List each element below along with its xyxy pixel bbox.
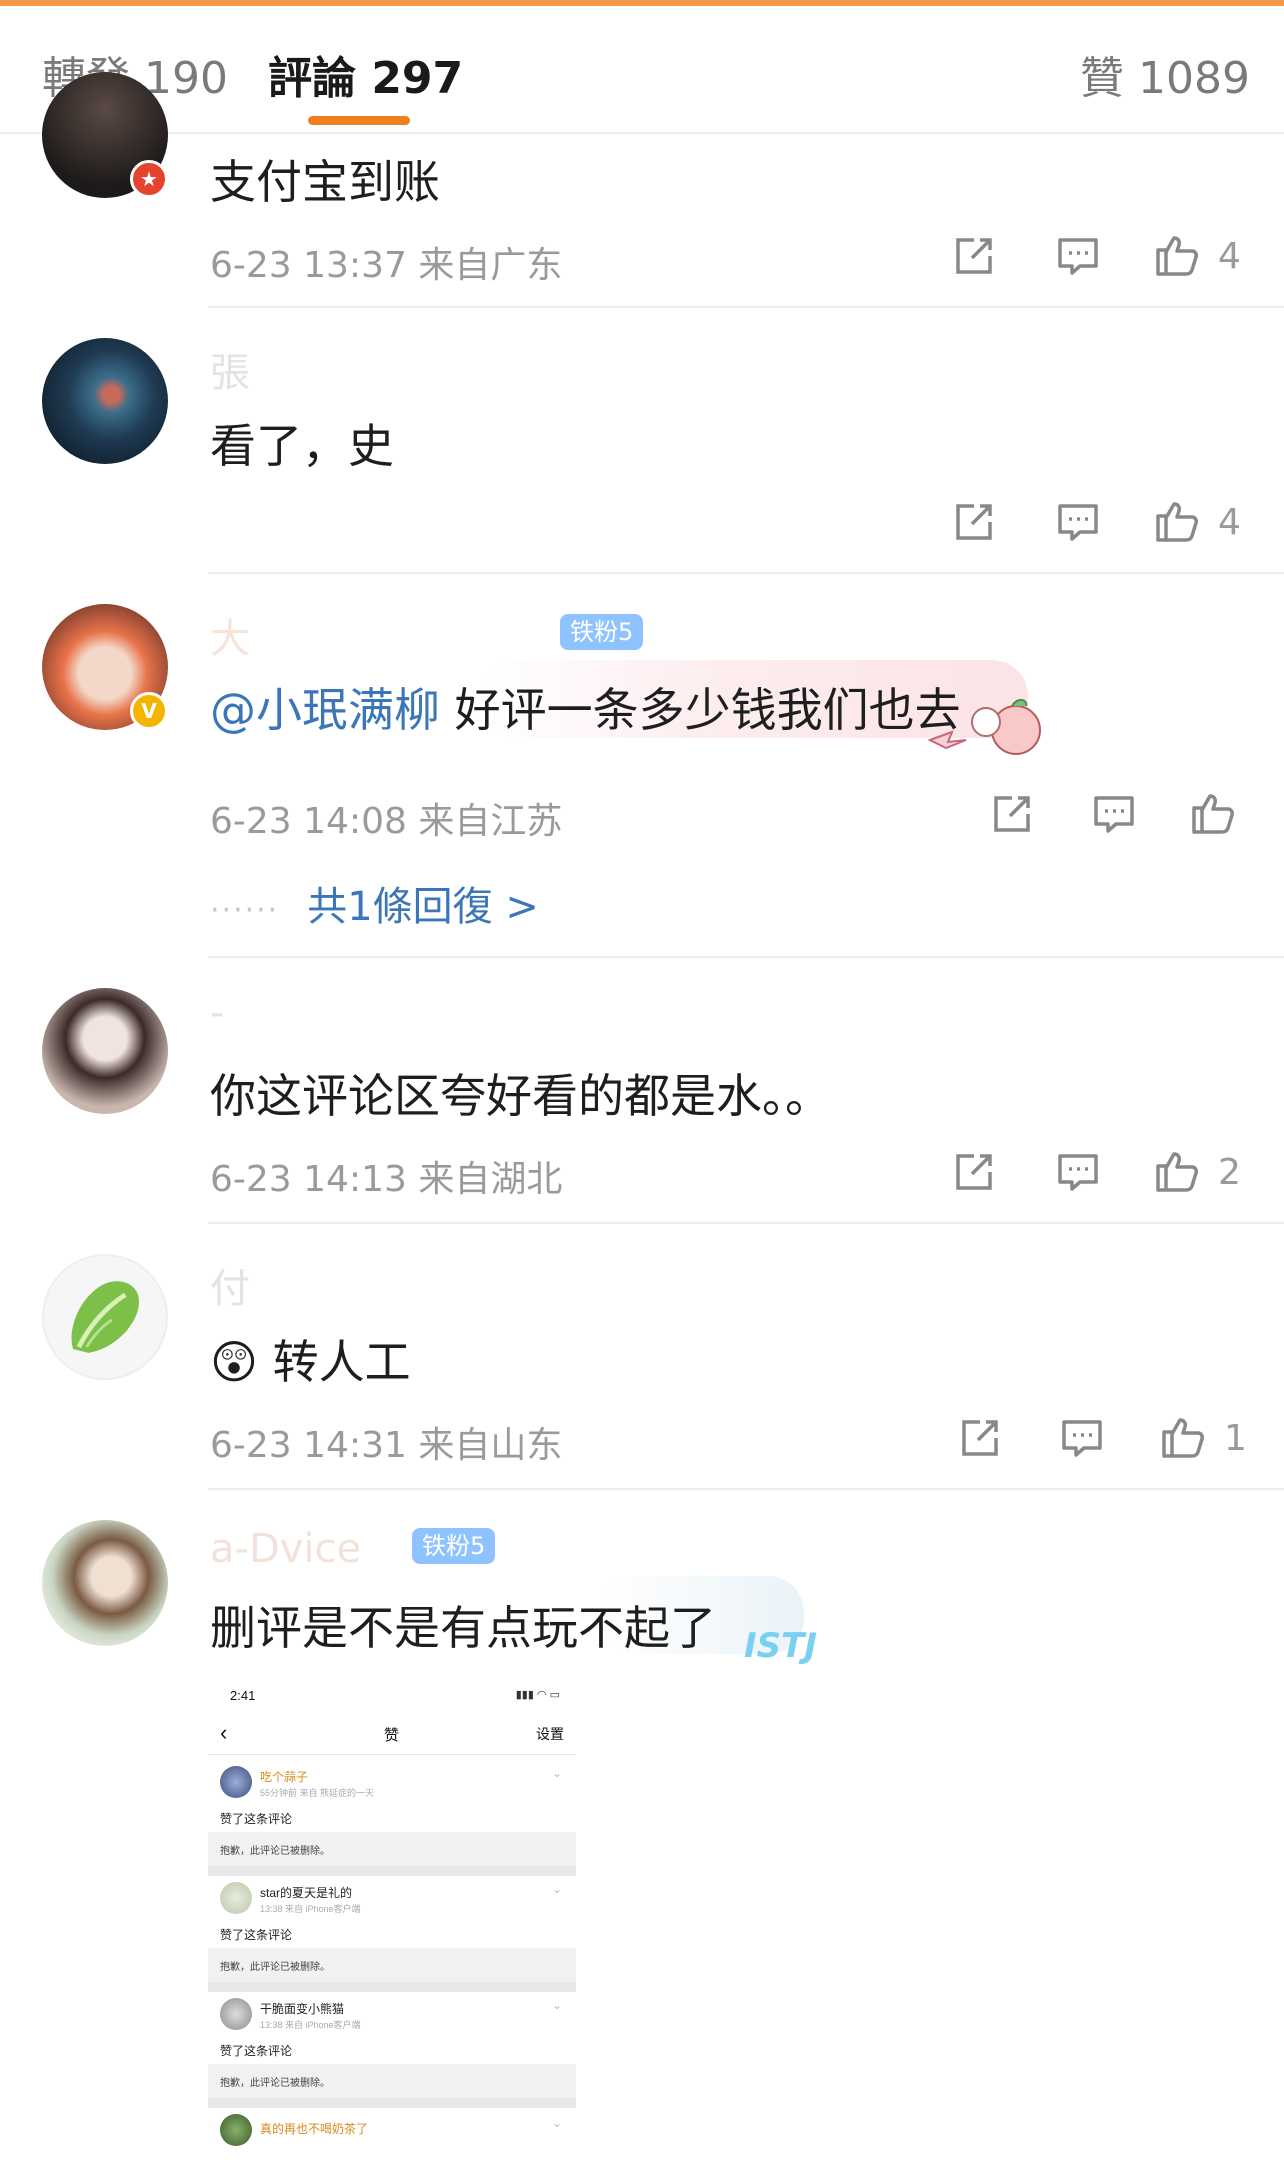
screenshot-action: 赞了这条评论 (220, 2044, 293, 2058)
like-icon[interactable] (1190, 788, 1238, 836)
comment-text: 删评是不是有点玩不起了 (210, 1601, 716, 1655)
avatar[interactable] (42, 1254, 168, 1380)
lettuce-icon (71, 1281, 140, 1353)
chevron-down-icon: ⌄ (551, 1882, 562, 1896)
status-icons: ▮▮▮ ◠ ▭ (515, 1689, 560, 1701)
comment-icon[interactable] (1058, 1414, 1106, 1462)
avatar[interactable] (42, 338, 168, 464)
chevron-down-icon: ⌄ (551, 1998, 562, 2012)
like-count: 4 (1218, 236, 1241, 277)
screenshot-title: 赞 (384, 1727, 400, 1744)
istj-sticker: ISTJ (744, 1626, 817, 1666)
repost-icon[interactable] (950, 232, 998, 280)
like-count: 2 (1218, 1152, 1241, 1193)
repost-icon[interactable] (988, 790, 1036, 838)
deleted-notice: 抱歉，此评论已被删除。 (208, 1948, 576, 1982)
view-replies-link[interactable]: ······ 共1條回復 > (210, 874, 539, 932)
screenshot-time: 55分钟前 来自 熊延症的一天 (260, 1788, 375, 1798)
section-gap (208, 1866, 576, 1876)
avatar[interactable] (42, 1520, 168, 1646)
avatar (220, 1766, 252, 1798)
chevron-down-icon: ⌄ (551, 1766, 562, 1780)
username[interactable]: 張 (210, 340, 250, 398)
comment-meta: 6-23 14:08 来自江苏 (210, 801, 563, 842)
avatar (220, 1998, 252, 2030)
comment-text: 看了，史 (210, 419, 394, 473)
fan-badge: 铁粉5 (560, 614, 644, 650)
comment-icon[interactable] (1054, 1148, 1102, 1196)
verified-badge-icon: ★ (130, 160, 168, 198)
screenshot-time: 13:38 来自 iPhone客户端 (260, 2020, 361, 2030)
username[interactable]: 大 (210, 606, 250, 664)
repost-icon[interactable] (956, 1414, 1004, 1462)
like-icon[interactable] (1160, 1412, 1208, 1460)
username[interactable]: a-Dvice (210, 1526, 361, 1572)
tab-comments[interactable]: 評論 297 (268, 42, 463, 106)
comment-meta: 6-23 13:37 来自广东 (210, 245, 563, 286)
like-icon[interactable] (1154, 230, 1202, 278)
screenshot-time: 13:38 来自 iPhone客户端 (260, 1904, 361, 1914)
verified-badge-icon: V (130, 692, 168, 730)
repost-icon[interactable] (950, 1148, 998, 1196)
comment-text: 支付宝到账 (210, 155, 440, 209)
avatar (220, 1882, 252, 1914)
screenshot-username: 真的再也不喝奶茶了 (260, 2122, 369, 2136)
fan-badge: 铁粉5 (412, 1528, 496, 1564)
comment-icon[interactable] (1054, 498, 1102, 546)
comment-icon[interactable] (1090, 790, 1138, 838)
comment-text: 😲 转人工 (210, 1335, 411, 1389)
surprised-emoji-icon: 😲 (210, 1335, 258, 1389)
screenshot-settings: 设置 (536, 1726, 564, 1742)
section-gap (208, 1982, 576, 1992)
attached-screenshot[interactable]: 2:41 ▮▮▮ ◠ ▭ ‹ 赞 设置 吃个蒜子 55分钟前 来自 熊延症的一天… (208, 1680, 576, 2178)
comment-text: 你这评论区夸好看的都是水。。 (210, 1069, 831, 1123)
comment-text: @小珉满柳 好评一条多少钱我们也去 (210, 683, 961, 737)
avatar (220, 2114, 252, 2146)
screenshot-username: star的夏天是礼的 (260, 1886, 353, 1900)
like-count: 1 (1224, 1418, 1247, 1459)
screenshot-action: 赞了这条评论 (220, 1812, 293, 1826)
comment-icon[interactable] (1054, 232, 1102, 280)
back-icon: ‹ (220, 1720, 228, 1745)
section-gap (208, 2098, 576, 2108)
bunny-apple-sticker-icon (927, 699, 1041, 755)
divider (208, 1488, 1284, 1490)
comment-meta: 6-23 14:13 来自湖北 (210, 1159, 563, 1200)
username[interactable]: 付 (210, 1256, 250, 1314)
username[interactable]: - (210, 990, 224, 1036)
repost-icon[interactable] (950, 498, 998, 546)
screenshot-username: 吃个蒜子 (260, 1770, 309, 1784)
like-icon[interactable] (1154, 1146, 1202, 1194)
divider (208, 1754, 576, 1755)
active-tab-indicator (308, 116, 410, 125)
tab-bar: 轉發 190 評論 297 贊 1089 (0, 6, 1284, 134)
chevron-down-icon: ⌄ (551, 2116, 562, 2130)
comment-meta: 6-23 14:31 来自山东 (210, 1425, 563, 1466)
screenshot-action: 赞了这条评论 (220, 1928, 293, 1942)
status-time: 2:41 (230, 1688, 256, 1703)
divider (208, 1222, 1284, 1224)
divider (208, 306, 1284, 308)
divider (208, 572, 1284, 574)
tab-likes[interactable]: 贊 1089 (1080, 42, 1250, 106)
deleted-notice: 抱歉，此评论已被删除。 (208, 2064, 576, 2098)
like-icon[interactable] (1154, 496, 1202, 544)
screenshot-username: 干脆面变小熊猫 (260, 2002, 345, 2016)
like-count: 4 (1218, 502, 1241, 543)
deleted-notice: 抱歉，此评论已被删除。 (208, 1832, 576, 1866)
avatar[interactable] (42, 988, 168, 1114)
mention-link[interactable]: @小珉满柳 (210, 683, 440, 737)
divider (208, 956, 1284, 958)
